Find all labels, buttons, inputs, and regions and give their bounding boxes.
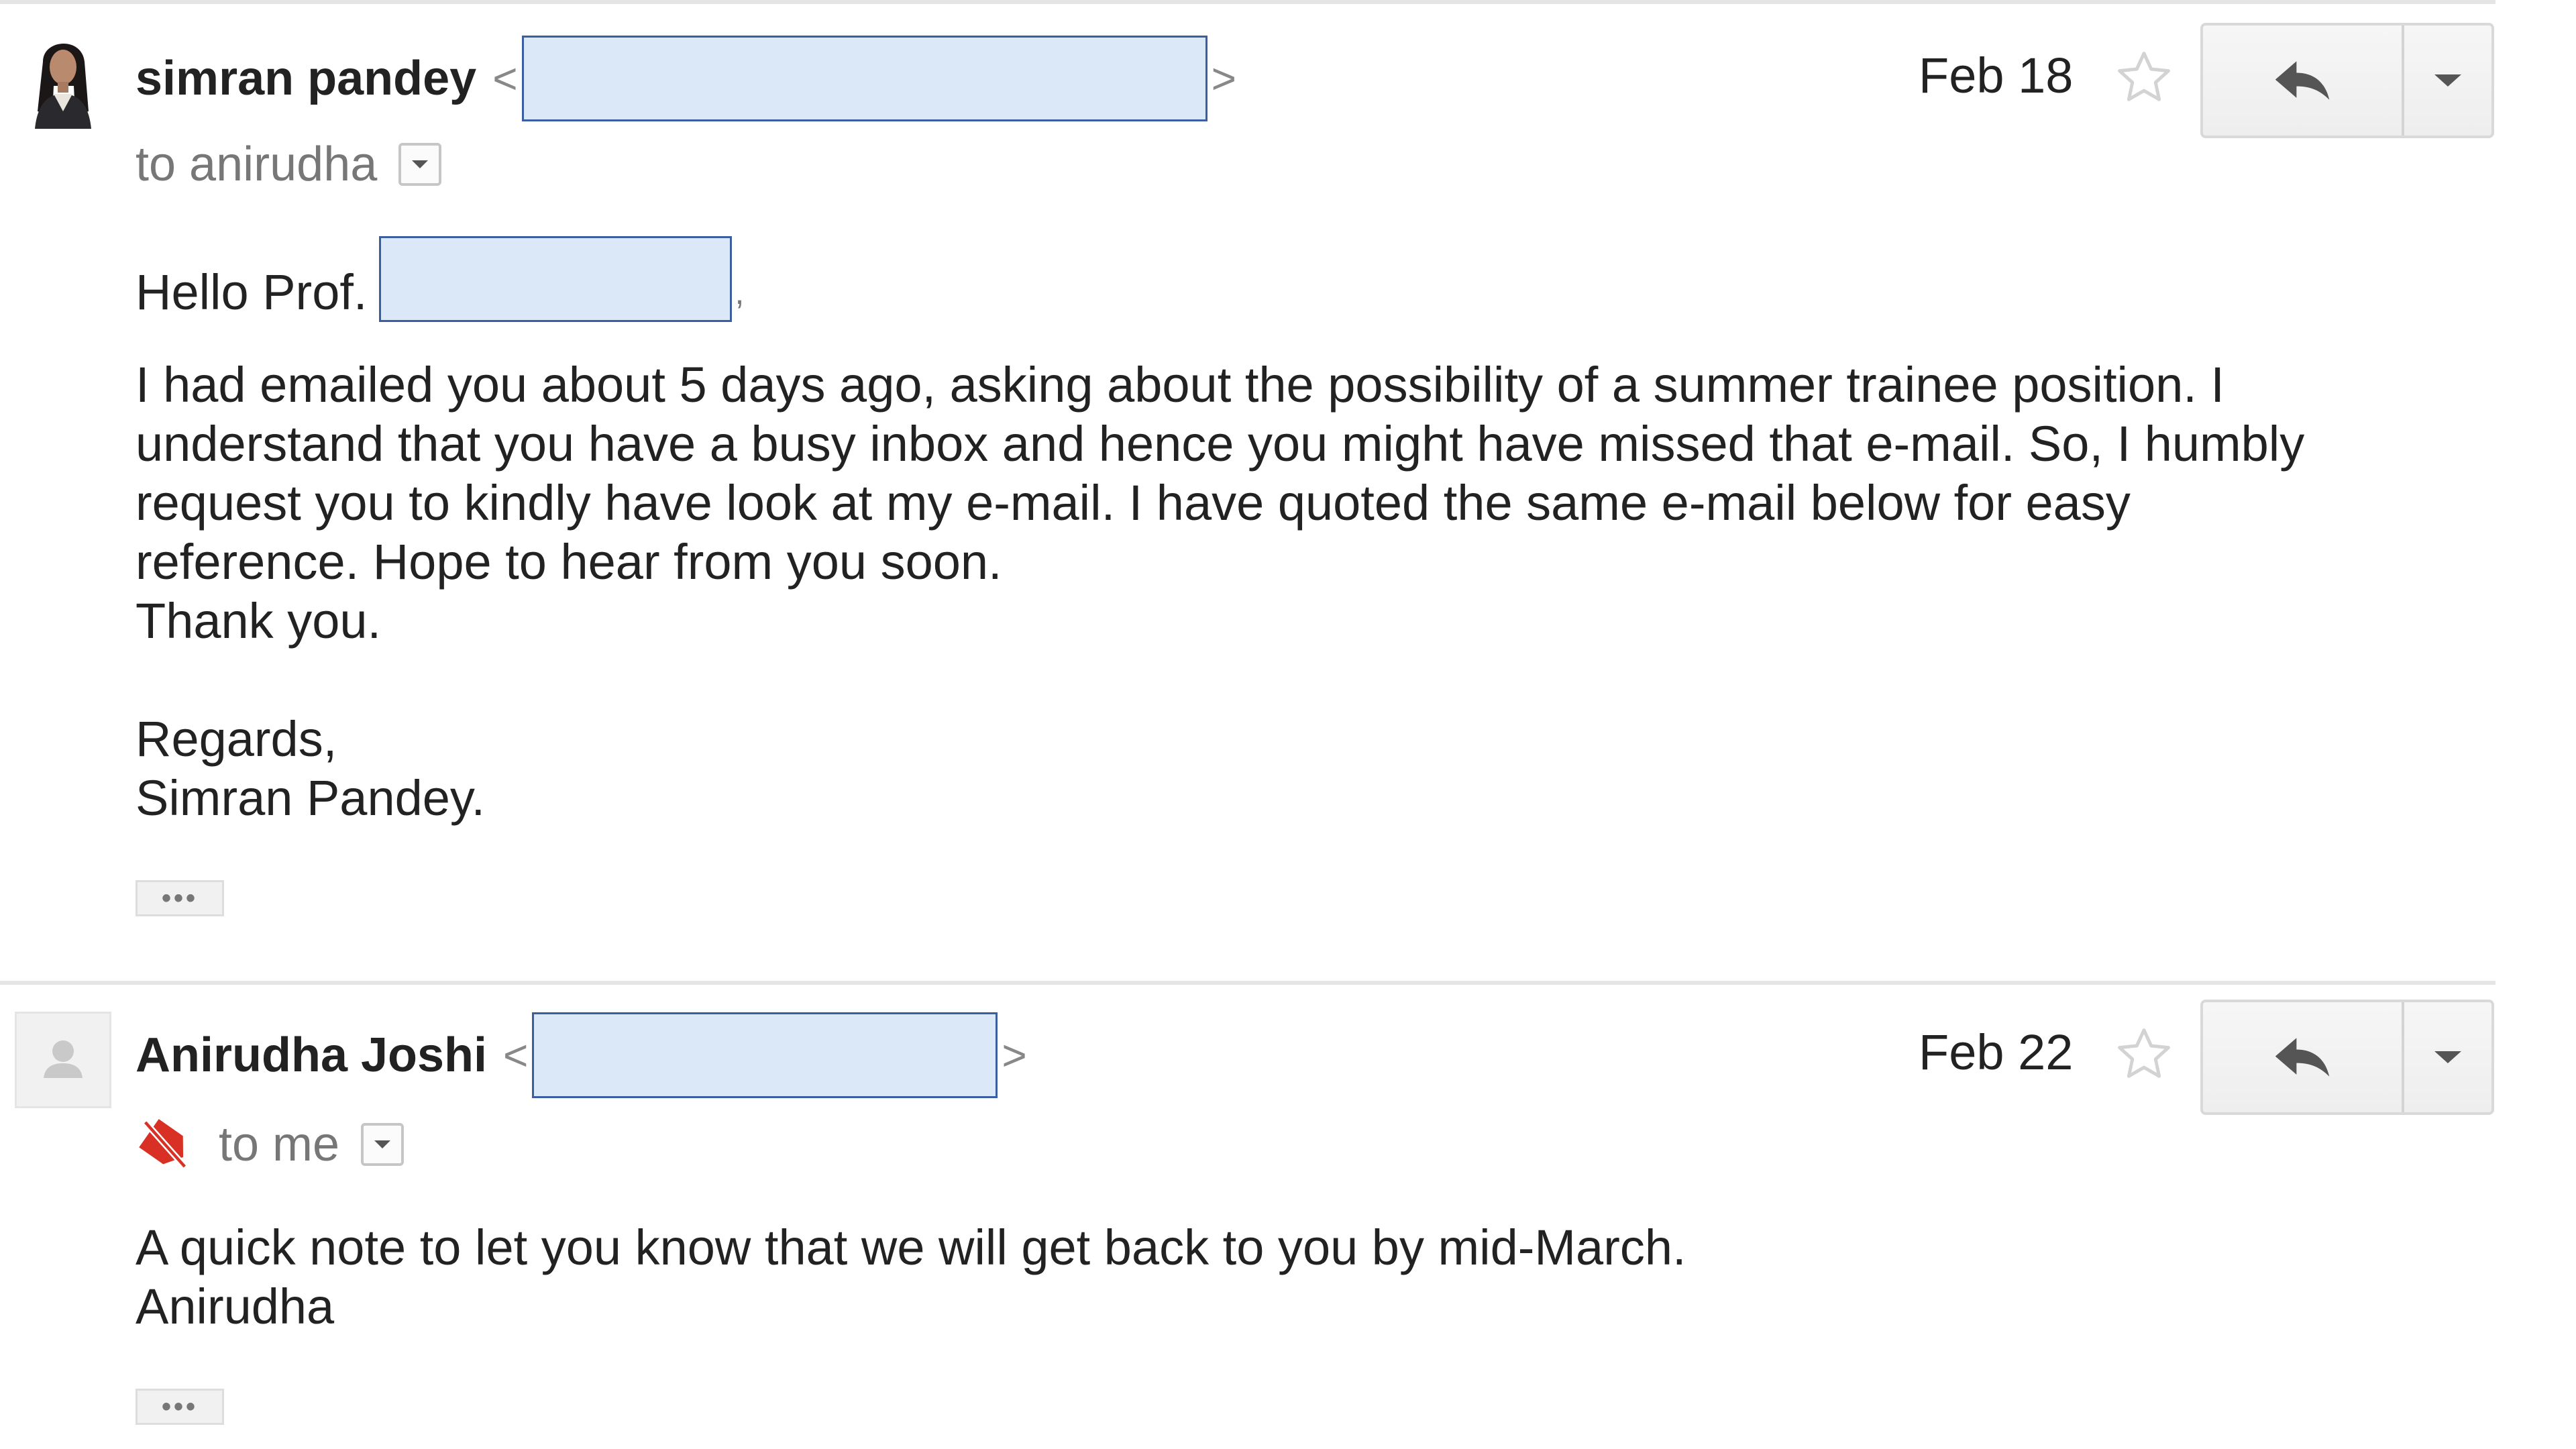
message-greeting-line: Hello Prof. ,: [136, 236, 744, 322]
sender-line-2: Anirudha Joshi < >: [136, 1012, 1031, 1099]
not-important-icon[interactable]: [136, 1115, 195, 1174]
body-line: I had emailed you about 5 days ago, aski…: [136, 357, 2224, 413]
signoff-line: Regards,: [136, 711, 337, 767]
message-body-2: A quick note to let you know that we wil…: [136, 1218, 1686, 1336]
message-signoff: Regards, Simran Pandey.: [136, 710, 485, 828]
body-line: Thank you.: [136, 593, 382, 649]
greeting-text: Hello Prof.: [136, 264, 368, 320]
sender-line: simran pandey < >: [136, 35, 1240, 122]
email-close-bracket: >: [1002, 1031, 1027, 1079]
recipient-text: to me: [219, 1118, 340, 1171]
default-person-icon: [44, 1040, 83, 1078]
reply-arrow-icon: [2275, 61, 2330, 100]
email-close-bracket: >: [1211, 54, 1236, 103]
star-icon[interactable]: [2113, 1024, 2175, 1085]
recipient-line-2: to me: [136, 1111, 405, 1178]
recipient-text: to anirudha: [136, 138, 378, 191]
body-line: request you to kindly have look at my e-…: [136, 475, 2131, 531]
greeting-comma: ,: [735, 274, 745, 311]
reply-button[interactable]: [2203, 25, 2404, 136]
sender-name[interactable]: simran pandey: [136, 51, 476, 106]
redacted-recipient-name: [379, 236, 733, 322]
chevron-down-icon: [2434, 1051, 2461, 1063]
reply-button-group: [2200, 23, 2494, 138]
body-line: reference. Hope to hear from you soon.: [136, 534, 1002, 590]
signature-line: Simran Pandey.: [136, 770, 485, 826]
star-icon[interactable]: [2113, 47, 2175, 109]
message-date[interactable]: Feb 18: [1919, 47, 2073, 104]
redacted-email: [532, 1012, 998, 1098]
email-open-bracket: <: [492, 54, 518, 103]
message-date[interactable]: Feb 22: [1919, 1024, 2073, 1081]
show-trimmed-content-button[interactable]: •••: [136, 1389, 224, 1425]
message-1: simran pandey < > to anirudha Feb 18 Hel…: [0, 0, 2496, 979]
body-line: Anirudha: [136, 1279, 335, 1334]
email-open-bracket: <: [503, 1031, 529, 1079]
recipient-line: to anirudha: [136, 134, 442, 195]
sender-name[interactable]: Anirudha Joshi: [136, 1028, 487, 1083]
redacted-email: [521, 36, 1208, 121]
body-line: understand that you have a busy inbox an…: [136, 416, 2305, 472]
person-photo-icon: [15, 32, 111, 129]
more-options-button[interactable]: [2404, 1002, 2491, 1112]
reply-button-group: [2200, 1000, 2494, 1115]
reply-arrow-icon: [2275, 1038, 2330, 1077]
message-body: I had emailed you about 5 days ago, aski…: [136, 356, 2304, 651]
body-line: A quick note to let you know that we wil…: [136, 1220, 1686, 1275]
more-options-button[interactable]: [2404, 25, 2491, 136]
sender-avatar-default[interactable]: [15, 1012, 111, 1108]
show-details-dropdown[interactable]: [398, 143, 442, 186]
reply-button[interactable]: [2203, 1002, 2404, 1112]
show-details-dropdown[interactable]: [361, 1123, 405, 1166]
show-trimmed-content-button[interactable]: •••: [136, 880, 224, 916]
chevron-down-icon: [2434, 74, 2461, 87]
sender-avatar[interactable]: [15, 32, 111, 129]
